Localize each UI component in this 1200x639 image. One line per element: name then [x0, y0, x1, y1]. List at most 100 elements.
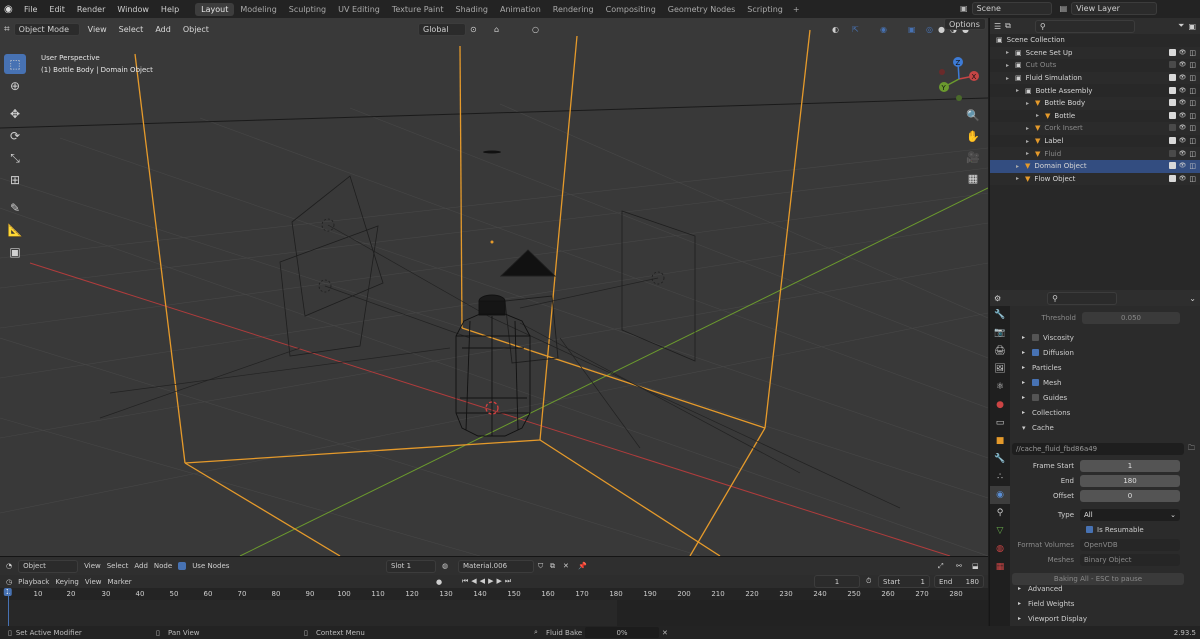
measure-tool[interactable]: 📐: [4, 220, 26, 240]
shader-menu-view[interactable]: View: [84, 562, 101, 570]
expand-arrow-icon[interactable]: ▸: [1036, 112, 1045, 119]
eye-icon[interactable]: 👁: [1179, 150, 1187, 158]
exclude-checkbox[interactable]: [1168, 99, 1176, 107]
viewport-scene[interactable]: [0, 18, 988, 556]
pin-icon[interactable]: 📌: [578, 562, 587, 570]
outliner-row[interactable]: ▸ ▼ Flow Object 👁 ◫: [990, 172, 1200, 186]
cache-path-field[interactable]: //cache_fluid_fbd86a49: [1012, 443, 1184, 455]
properties-editor-icon[interactable]: ⚙: [994, 294, 1001, 303]
proportional-edit-icon[interactable]: ○: [532, 25, 539, 34]
viewport-menu-object[interactable]: Object: [179, 25, 213, 34]
timeline-menu-keying[interactable]: Keying: [55, 578, 79, 586]
tab-rendering[interactable]: Rendering: [547, 3, 600, 16]
cache-type-dropdown[interactable]: All ⌄: [1080, 508, 1180, 521]
bottom-panel-0[interactable]: ▸ Advanced: [1012, 581, 1199, 596]
outliner-row[interactable]: ▸ ▣ Bottle Assembly 👁 ◫: [990, 84, 1200, 97]
panel-expand-icon[interactable]: ▸: [1022, 349, 1032, 356]
render-toggle-icon[interactable]: ◫: [1189, 124, 1196, 132]
collection-tab-icon[interactable]: ▭: [990, 414, 1010, 432]
folder-icon[interactable]: 🗀: [1188, 444, 1195, 455]
select-box-tool[interactable]: ⬚: [4, 54, 26, 74]
exclude-checkbox[interactable]: [1168, 111, 1176, 119]
new-collection-icon[interactable]: ▣: [1188, 22, 1196, 31]
exclude-checkbox[interactable]: [1168, 74, 1176, 82]
exclude-checkbox[interactable]: [1168, 61, 1176, 69]
tab-shading[interactable]: Shading: [449, 3, 494, 16]
constraints-tab-icon[interactable]: ⚲: [990, 504, 1010, 522]
slot-selector[interactable]: Slot 1: [386, 559, 436, 573]
cache-panel-header[interactable]: ▾ Cache: [1012, 420, 1199, 435]
outliner-row[interactable]: ▸ ▼ Cork Insert 👁 ◫: [990, 122, 1200, 135]
physics-tab-icon[interactable]: ◉: [990, 486, 1010, 504]
panel-expand-icon[interactable]: ▸: [1022, 364, 1032, 371]
tab-geometry-nodes[interactable]: Geometry Nodes: [662, 3, 741, 16]
properties-options-icon[interactable]: ⌄: [1189, 294, 1196, 303]
xray-icon[interactable]: ▣: [908, 25, 916, 34]
particles-tab-icon[interactable]: ∴: [990, 468, 1010, 486]
cancel-job-icon[interactable]: ✕: [662, 629, 668, 637]
shading-wireframe-icon[interactable]: ◎: [926, 25, 933, 34]
panel-expand-icon[interactable]: ▸: [1018, 615, 1028, 622]
render-toggle-icon[interactable]: ◫: [1189, 150, 1196, 158]
panel-checkbox[interactable]: [1032, 334, 1039, 341]
panel-expand-icon[interactable]: ▸: [1022, 379, 1032, 386]
threshold-field[interactable]: 0.050: [1082, 311, 1180, 324]
exclude-checkbox[interactable]: [1168, 86, 1176, 94]
pivot-icon[interactable]: ⊙: [470, 25, 477, 34]
eye-icon[interactable]: 👁: [1179, 49, 1187, 57]
resumable-checkbox[interactable]: [1086, 526, 1093, 533]
outliner-row[interactable]: ▸ ▼ Label 👁 ◫: [990, 135, 1200, 148]
tab-sculpting[interactable]: Sculpting: [283, 3, 332, 16]
panel-1[interactable]: ▸ Diffusion: [1012, 345, 1199, 360]
exclude-checkbox[interactable]: [1168, 137, 1176, 145]
properties-search-field[interactable]: ⚲: [1047, 291, 1118, 305]
use-nodes-checkbox[interactable]: [178, 562, 187, 570]
menu-edit[interactable]: Edit: [43, 5, 71, 14]
timeline-ruler[interactable]: 1102030405060708090100110120130140150160…: [0, 588, 988, 600]
expand-arrow-icon[interactable]: ▸: [1016, 175, 1025, 182]
viewport-menu-view[interactable]: View: [84, 25, 111, 34]
expand-arrow-icon[interactable]: ▸: [1026, 100, 1035, 107]
outliner-row[interactable]: ▸ ▣ Fluid Simulation 👁 ◫: [990, 71, 1200, 85]
expand-arrow-icon[interactable]: ▸: [1016, 87, 1025, 94]
menu-file[interactable]: File: [18, 5, 43, 14]
modifier-tab-icon[interactable]: 🔧: [990, 450, 1010, 468]
outliner-row[interactable]: ▸ ▣ Cut Outs 👁 ◫: [990, 59, 1200, 72]
outliner-row[interactable]: ▸ ▼ Bottle Body 👁 ◫: [990, 96, 1200, 110]
transform-orientation-selector[interactable]: Global: [418, 22, 466, 36]
rotate-tool[interactable]: ⟳: [4, 126, 26, 146]
eye-icon[interactable]: 👁: [1179, 87, 1187, 95]
render-toggle-icon[interactable]: ◫: [1189, 162, 1196, 170]
expand-arrow-icon[interactable]: ▸: [1026, 150, 1035, 157]
start-frame-field[interactable]: Start 1: [878, 575, 930, 588]
render-toggle-icon[interactable]: ◫: [1189, 87, 1196, 95]
eye-icon[interactable]: 👁: [1179, 162, 1187, 170]
outliner-search-field[interactable]: ⚲: [1034, 19, 1135, 33]
tab-uv-editing[interactable]: UV Editing: [332, 3, 386, 16]
material-browse-icon[interactable]: ◍: [442, 562, 448, 570]
shader-object-selector[interactable]: Object: [18, 559, 79, 573]
annotate-tool[interactable]: ✎: [4, 198, 26, 218]
material-name-field[interactable]: Material.006: [458, 559, 534, 573]
expand-arrow-icon[interactable]: ▸: [1006, 62, 1015, 69]
tab-layout[interactable]: Layout: [195, 2, 235, 16]
frame-start-field[interactable]: 1: [1080, 459, 1180, 472]
eye-icon[interactable]: 👁: [1179, 112, 1187, 120]
add-cube-tool[interactable]: ▣: [4, 242, 26, 262]
panel-2[interactable]: ▸ Particles: [1012, 360, 1199, 375]
render-toggle-icon[interactable]: ◫: [1189, 99, 1196, 107]
outliner-row[interactable]: ▸ ▼ Fluid 👁 ◫: [990, 147, 1200, 160]
bottom-panel-1[interactable]: ▸ Field Weights: [1012, 596, 1199, 611]
viewport-menu-add[interactable]: Add: [151, 25, 175, 34]
panel-expand-icon[interactable]: ▸: [1018, 600, 1028, 607]
exclude-checkbox[interactable]: [1168, 162, 1176, 170]
editor-type-icon[interactable]: ⌗: [4, 24, 10, 35]
menu-window[interactable]: Window: [111, 5, 155, 14]
filter-icon[interactable]: ⏷: [1178, 21, 1184, 31]
move-tool[interactable]: ✥: [4, 104, 26, 124]
add-workspace-icon[interactable]: +: [789, 5, 804, 14]
render-tab-icon[interactable]: 📷: [990, 324, 1010, 342]
eye-icon[interactable]: 👁: [1179, 124, 1187, 132]
timeline-menu-playback[interactable]: Playback: [18, 578, 49, 586]
tab-texture-paint[interactable]: Texture Paint: [386, 3, 450, 16]
